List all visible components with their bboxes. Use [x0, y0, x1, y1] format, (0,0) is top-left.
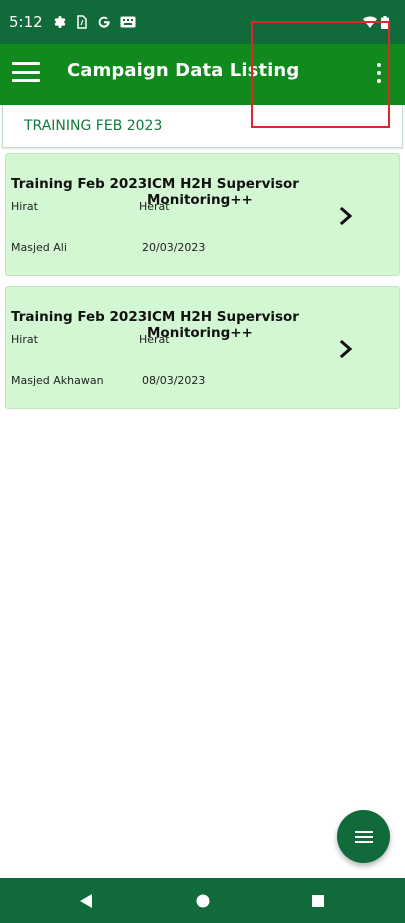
system-nav-bar: [0, 878, 405, 923]
more-vert-icon[interactable]: [370, 63, 388, 83]
fab-menu-button[interactable]: [337, 810, 390, 863]
menu-icon: [354, 830, 373, 843]
record-survey: ICM H2H Supervisor Monitoring++: [147, 309, 299, 341]
record-province: Hirat: [11, 200, 38, 213]
google-icon: [97, 14, 111, 30]
record-name: Masjed Ali: [11, 241, 67, 254]
back-icon[interactable]: [75, 890, 97, 912]
sim-card-icon: [76, 14, 88, 30]
wifi-icon: [363, 14, 377, 30]
record-card[interactable]: Training Feb 2023 ICM H2H Supervisor Mon…: [5, 153, 400, 276]
keyboard-icon: [120, 14, 136, 30]
hamburger-menu-icon[interactable]: [12, 62, 40, 82]
status-time: 5:12: [9, 13, 43, 31]
campaign-filter-label: TRAINING FEB 2023: [24, 118, 163, 134]
status-bar: 5:12: [0, 0, 405, 44]
status-right-icons: [363, 14, 393, 30]
screen: 5:12 Campaign Data Listing TRAINING FEB …: [0, 0, 405, 923]
record-survey: ICM H2H Supervisor Monitoring++: [147, 176, 299, 208]
recents-icon[interactable]: [307, 890, 329, 912]
gear-icon: [53, 14, 67, 30]
app-bar: Campaign Data Listing: [0, 44, 405, 100]
record-campaign: Training Feb 2023: [11, 176, 148, 192]
chevron-right-icon[interactable]: [339, 339, 353, 359]
record-district: Herat: [139, 333, 170, 346]
record-card[interactable]: Training Feb 2023 ICM H2H Supervisor Mon…: [5, 286, 400, 409]
record-district: Herat: [139, 200, 170, 213]
record-province: Hirat: [11, 333, 38, 346]
battery-icon: [381, 14, 389, 30]
record-date: 20/03/2023: [142, 241, 206, 254]
record-date: 08/03/2023: [142, 374, 206, 387]
page-title: Campaign Data Listing: [67, 60, 300, 81]
record-name: Masjed Akhawan: [11, 374, 104, 387]
chevron-right-icon[interactable]: [339, 206, 353, 226]
campaign-filter-bar[interactable]: TRAINING FEB 2023: [2, 105, 403, 148]
record-campaign: Training Feb 2023: [11, 309, 148, 325]
home-icon[interactable]: [192, 890, 214, 912]
